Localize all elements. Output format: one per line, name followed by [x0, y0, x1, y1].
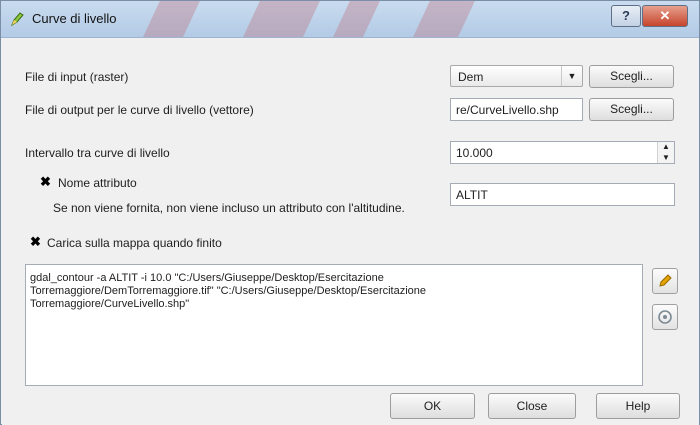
titlebar-help-button[interactable]: ? [611, 5, 641, 27]
edit-command-button[interactable] [652, 268, 678, 294]
titlebar-decoration [139, 1, 203, 37]
dialog-window: Curve di livello ? ✕ File di input (rast… [0, 0, 700, 425]
spin-arrows[interactable]: ▲ ▼ [657, 142, 674, 163]
spin-up-icon[interactable]: ▲ [658, 142, 674, 153]
input-raster-combo[interactable]: Dem ▼ [450, 65, 583, 87]
close-button[interactable]: Close [488, 393, 576, 419]
interval-label: Intervallo tra curve di livello [25, 146, 170, 160]
dialog-content: File di input (raster) Dem ▼ Scegli... F… [2, 38, 699, 425]
reset-command-button[interactable] [652, 304, 678, 330]
spin-down-icon[interactable]: ▼ [658, 153, 674, 164]
browse-output-button[interactable]: Scegli... [589, 98, 674, 121]
output-file-field[interactable]: re/CurveLivello.shp [450, 98, 583, 121]
load-map-checkbox[interactable]: ✖ [29, 235, 42, 249]
window-title: Curve di livello [32, 11, 117, 26]
command-line: Torremaggiore/CurveLivello.shp" [30, 298, 190, 310]
chevron-down-icon[interactable]: ▼ [561, 66, 582, 86]
browse-input-button[interactable]: Scegli... [589, 65, 674, 88]
pencil-icon [659, 274, 672, 287]
command-line: Torremaggiore/DemTorremaggiore.tif" "C:/… [30, 285, 427, 297]
app-icon [10, 12, 24, 27]
command-line: gdal_contour -a ALTIT -i 10.0 "C:/Users/… [30, 272, 384, 284]
titlebar-decoration [329, 1, 383, 37]
ok-button[interactable]: OK [390, 393, 475, 419]
attribute-hint: Se non viene fornita, non viene incluso … [53, 201, 405, 215]
input-raster-label: File di input (raster) [25, 70, 129, 84]
input-raster-value: Dem [458, 70, 484, 84]
attribute-name-value: ALTIT [456, 188, 488, 202]
attribute-checkbox[interactable]: ✖ [39, 175, 52, 189]
attribute-checkbox-label: Nome attributo [58, 176, 137, 190]
title-bar: Curve di livello ? ✕ [1, 1, 699, 38]
command-text-area[interactable]: gdal_contour -a ALTIT -i 10.0 "C:/Users/… [25, 264, 643, 386]
interval-value: 10.000 [456, 146, 493, 160]
output-file-value: re/CurveLivello.shp [456, 103, 559, 117]
interval-spinbox[interactable]: 10.000 ▲ ▼ [450, 141, 675, 164]
titlebar-close-button[interactable]: ✕ [642, 5, 688, 27]
titlebar-decoration [409, 1, 478, 37]
output-vector-label: File di output per le curve di livello (… [25, 103, 254, 117]
help-button[interactable]: Help [596, 393, 680, 419]
titlebar-decoration [239, 1, 323, 37]
attribute-name-field[interactable]: ALTIT [450, 183, 675, 206]
load-map-label: Carica sulla mappa quando finito [47, 236, 222, 250]
reset-circle-icon [658, 310, 672, 324]
